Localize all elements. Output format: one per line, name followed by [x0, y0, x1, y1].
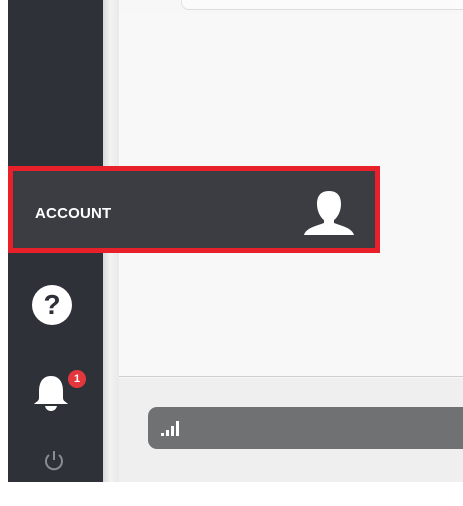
power-icon	[45, 451, 63, 471]
power-button[interactable]	[43, 449, 65, 471]
bar-chart-icon	[161, 420, 181, 436]
top-panel-edge	[181, 0, 463, 10]
user-icon	[304, 191, 354, 235]
notifications-button[interactable]: 1	[30, 370, 86, 411]
help-icon: ?	[43, 289, 61, 320]
notification-badge: 1	[68, 370, 86, 388]
account-label: ACCOUNT	[35, 205, 112, 222]
bottom-area	[119, 378, 463, 482]
sidebar-item-account[interactable]: ACCOUNT	[8, 166, 380, 253]
app-frame: ACCOUNT ? 1	[8, 0, 463, 482]
help-button[interactable]: ?	[32, 285, 72, 325]
stats-bar[interactable]	[148, 407, 463, 449]
